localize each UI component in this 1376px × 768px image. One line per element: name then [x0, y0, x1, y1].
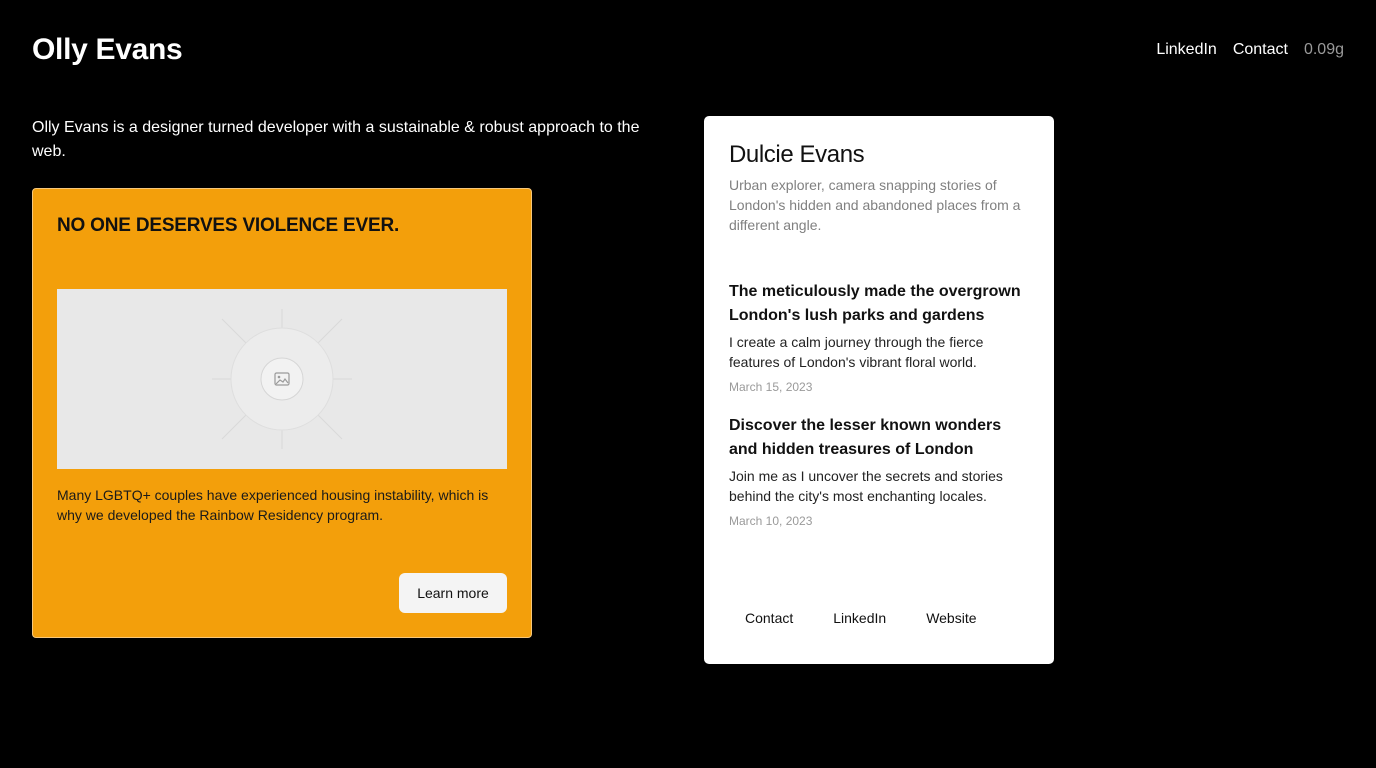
post-description: Join me as I uncover the secrets and sto…	[729, 468, 1003, 504]
profile-bio: Urban explorer, camera snapping stories …	[729, 177, 1021, 233]
post-date: March 15, 2023	[729, 380, 813, 394]
profile-link-contact[interactable]: Contact	[729, 608, 809, 628]
post-item[interactable]: The meticulously made the overgrown Lond…	[729, 280, 1030, 394]
post-title[interactable]: The meticulously made the overgrown Lond…	[729, 280, 1030, 328]
top-nav: LinkedIn Contact 0.09g	[1156, 41, 1344, 59]
learn-more-button[interactable]: Learn more	[399, 573, 507, 613]
profile-links: Contact LinkedIn Website	[729, 608, 993, 628]
post-list: The meticulously made the overgrown Lond…	[729, 280, 1030, 548]
promo-image-placeholder	[57, 289, 507, 469]
page-weight-label: 0.09g	[1303, 41, 1344, 58]
nav-link-linkedin[interactable]: LinkedIn	[1156, 41, 1217, 59]
post-title[interactable]: Discover the lesser known wonders and hi…	[729, 414, 1030, 462]
site-header: Olly Evans LinkedIn Contact 0.09g	[32, 30, 1344, 70]
profile-card: Dulcie Evans Urban explorer, camera snap…	[704, 116, 1054, 664]
promo-description: Many LGBTQ+ couples have experienced hou…	[57, 487, 489, 523]
site-title[interactable]: Olly Evans	[32, 33, 183, 67]
post-description: I create a calm journey through the fier…	[729, 334, 984, 370]
intro-text: Olly Evans is a designer turned develope…	[32, 119, 640, 160]
post-item[interactable]: Discover the lesser known wonders and hi…	[729, 414, 1030, 528]
promo-card: NO ONE DESERVES VIOLENCE EVER. Many LGBT…	[32, 188, 532, 638]
promo-title: NO ONE DESERVES VIOLENCE EVER.	[57, 215, 400, 236]
profile-name: Dulcie Evans	[729, 141, 865, 168]
post-date: March 10, 2023	[729, 514, 813, 528]
nav-link-contact[interactable]: Contact	[1233, 41, 1288, 59]
profile-link-linkedin[interactable]: LinkedIn	[817, 608, 902, 628]
image-placeholder-icon	[274, 372, 290, 386]
profile-link-website[interactable]: Website	[910, 608, 992, 628]
